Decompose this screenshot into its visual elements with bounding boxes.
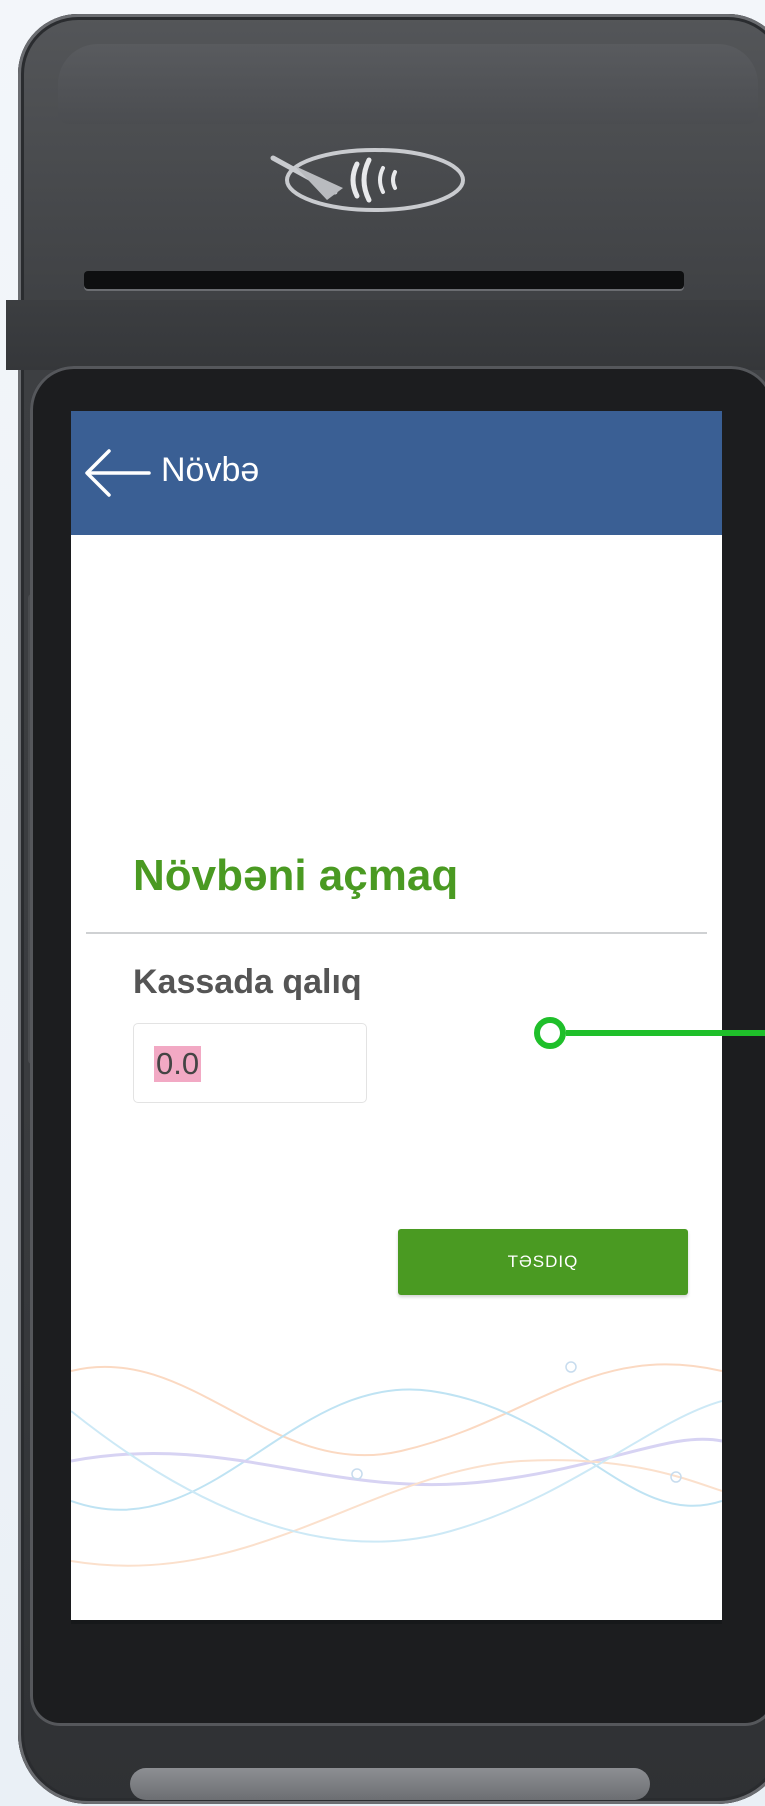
terminal-top-ridge bbox=[58, 44, 758, 124]
cash-balance-value: 0.0 bbox=[154, 1046, 202, 1082]
page-title: Növbə bbox=[161, 451, 260, 489]
terminal-mid-band bbox=[6, 300, 765, 370]
receipt-printer-slot bbox=[84, 271, 684, 289]
stage: Növbə Növbəni açmaq Kassada qalıq 0.0 TƏ… bbox=[0, 0, 765, 1806]
section-title: Növbəni açmaq bbox=[133, 851, 459, 900]
cash-balance-label: Kassada qalıq bbox=[133, 963, 362, 1001]
contactless-payment-icon bbox=[270, 148, 465, 212]
terminal-handle bbox=[130, 1768, 650, 1800]
confirm-button[interactable]: TƏSDIQ bbox=[398, 1229, 688, 1295]
screen-bottom-edge bbox=[71, 1620, 722, 1624]
cash-balance-input[interactable]: 0.0 bbox=[133, 1023, 367, 1103]
app-screen: Növbə Növbəni açmaq Kassada qalıq 0.0 TƏ… bbox=[71, 411, 722, 1620]
decorative-waves bbox=[71, 1361, 722, 1567]
divider bbox=[86, 932, 707, 934]
arrow-left-icon[interactable] bbox=[83, 447, 151, 499]
app-bar: Növbə bbox=[71, 411, 722, 535]
callout-marker bbox=[534, 1017, 566, 1049]
callout-line bbox=[566, 1030, 765, 1036]
